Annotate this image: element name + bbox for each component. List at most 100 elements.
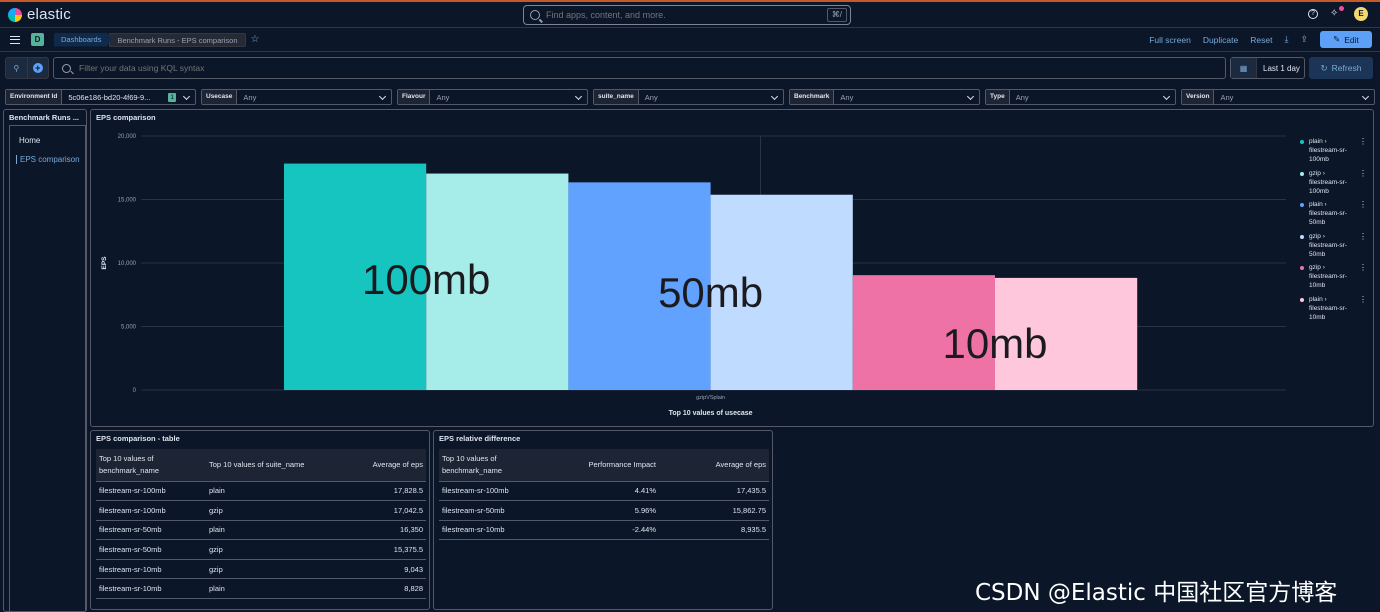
legend-menu-icon[interactable]: ⋮ xyxy=(1359,263,1367,272)
filter-menu-button[interactable]: ⚲ xyxy=(6,58,27,78)
refresh-icon: ↻ xyxy=(1320,62,1328,73)
legend-menu-icon[interactable]: ⋮ xyxy=(1359,137,1367,146)
help-icon[interactable]: ? xyxy=(1308,9,1318,19)
calendar-icon[interactable]: ▦ xyxy=(1231,58,1257,78)
full-screen-button[interactable]: Full screen xyxy=(1149,35,1191,45)
control-type[interactable]: Type Any xyxy=(985,89,1176,105)
time-range-label[interactable]: Last 1 day xyxy=(1263,64,1300,73)
control-label: Environment Id xyxy=(6,90,63,104)
elastic-logo[interactable]: elastic xyxy=(8,6,71,23)
control-environment-id[interactable]: Environment Id 5c06e186-bd20-4f69-9... 1 xyxy=(5,89,196,105)
column-header[interactable]: Top 10 values of benchmark_name xyxy=(96,449,206,482)
legend-color-dot xyxy=(1300,140,1304,144)
table-cell: filestream-sr-100mb xyxy=(96,500,206,521)
y-tick-label: 20,000 xyxy=(118,134,137,140)
column-header[interactable]: Average of eps xyxy=(316,449,426,482)
legend-color-dot xyxy=(1300,171,1304,176)
y-tick-label: 15,000 xyxy=(118,198,137,204)
kql-search[interactable] xyxy=(53,57,1226,79)
legend-item[interactable]: gzip › filestream-sr- 10mb ⋮ xyxy=(1299,263,1367,295)
control-value: Any xyxy=(1015,92,1029,102)
global-search[interactable]: ⌘/ xyxy=(523,5,851,25)
y-axis-label: EPS xyxy=(101,256,108,270)
breadcrumb-dashboards[interactable]: Dashboards xyxy=(54,32,112,47)
kql-input[interactable] xyxy=(79,63,979,73)
y-tick-label: 10,000 xyxy=(118,261,137,267)
control-version[interactable]: Version Any xyxy=(1181,89,1375,105)
table-cell: 17,042.5 xyxy=(316,500,426,521)
control-value: 5c06e186-bd20-4f69-9... xyxy=(68,92,151,102)
breadcrumb-bar: D Dashboards Benchmark Runs - EPS compar… xyxy=(0,28,1380,52)
plus-icon: + xyxy=(32,63,43,73)
legend-line: plain › xyxy=(1309,201,1327,208)
space-badge[interactable]: D xyxy=(31,33,44,46)
control-suite-name[interactable]: suite_name Any xyxy=(593,89,784,105)
edit-button[interactable]: ✎ Edit xyxy=(1320,31,1372,48)
control-benchmark[interactable]: Benchmark Any xyxy=(789,89,980,105)
download-icon[interactable]: ⤓ xyxy=(1284,34,1288,45)
date-picker[interactable]: ▦ Last 1 day xyxy=(1230,57,1305,79)
table-cell: plain xyxy=(206,481,316,502)
legend-color-dot xyxy=(1300,203,1304,207)
reset-button[interactable]: Reset xyxy=(1250,35,1272,45)
favorite-star-icon[interactable]: ☆ xyxy=(251,34,260,45)
column-header[interactable]: Top 10 values of benchmark_name xyxy=(439,449,554,482)
nav-item-eps-comparison[interactable]: EPS comparison xyxy=(16,155,85,164)
global-search-input[interactable] xyxy=(546,10,826,20)
legend-line: gzip › xyxy=(1309,232,1325,240)
table-row: filestream-sr-50mb plain 16,350 xyxy=(96,520,426,541)
duplicate-button[interactable]: Duplicate xyxy=(1203,35,1238,45)
table-cell: filestream-sr-50mb xyxy=(96,539,206,560)
table-row: filestream-sr-10mb plain 8,828 xyxy=(96,578,426,600)
legend-line: 50mb xyxy=(1309,219,1326,226)
search-icon xyxy=(530,10,540,20)
add-filter-button[interactable]: + xyxy=(26,58,49,78)
menu-icon[interactable] xyxy=(10,35,20,44)
control-flavour[interactable]: Flavour Any xyxy=(397,89,588,105)
dashboard-actions: Full screen Duplicate Reset ⤓ ⇪ ✎ Edit xyxy=(1149,31,1372,48)
column-header[interactable]: Performance Impact xyxy=(554,449,659,482)
legend-menu-icon[interactable]: ⋮ xyxy=(1359,232,1367,241)
chevron-down-icon xyxy=(574,92,583,100)
legend-line: filestream-sr- xyxy=(1309,241,1347,249)
news-icon[interactable]: ✧ xyxy=(1330,6,1344,20)
control-label: suite_name xyxy=(594,90,639,104)
legend-color-dot xyxy=(1300,297,1304,302)
control-label: Version xyxy=(1182,90,1215,104)
share-icon[interactable]: ⇪ xyxy=(1300,34,1308,45)
refresh-button[interactable]: ↻ Refresh xyxy=(1309,57,1373,79)
legend-item[interactable]: gzip › filestream-sr- 50mb ⋮ xyxy=(1299,232,1367,264)
column-header[interactable]: Average of eps xyxy=(659,449,769,482)
chevron-down-icon xyxy=(378,92,387,100)
table-cell: gzip xyxy=(206,559,316,580)
annotation-10mb: 10mb xyxy=(942,320,1047,367)
table-row: filestream-sr-100mb gzip 17,042.5 xyxy=(96,500,426,521)
column-header[interactable]: Top 10 values of suite_name xyxy=(206,449,316,482)
legend-item[interactable]: plain › filestream-sr- 100mb ⋮ xyxy=(1299,137,1367,169)
legend-item[interactable]: plain › filestream-sr- 10mb ⋮ xyxy=(1299,295,1367,327)
user-avatar[interactable]: E xyxy=(1354,7,1368,21)
legend-item[interactable]: gzip › filestream-sr- 100mb ⋮ xyxy=(1299,169,1367,201)
selection-count-badge: 1 xyxy=(168,92,176,102)
chevron-down-icon xyxy=(1162,92,1171,100)
control-usecase[interactable]: Usecase Any xyxy=(201,89,392,105)
control-label: Type xyxy=(986,90,1010,104)
legend-menu-icon[interactable]: ⋮ xyxy=(1359,200,1367,209)
table-cell: filestream-sr-10mb xyxy=(96,559,206,580)
chevron-down-icon xyxy=(1361,92,1370,100)
legend-menu-icon[interactable]: ⋮ xyxy=(1359,169,1367,178)
table-cell: 16,350 xyxy=(316,520,426,541)
legend-line: 100mb xyxy=(1309,156,1329,163)
legend-menu-icon[interactable]: ⋮ xyxy=(1359,295,1367,304)
legend-item[interactable]: plain › filestream-sr- 50mb ⋮ xyxy=(1299,200,1367,232)
eps-bar-chart: 0 5,000 10,000 15,000 20,000 100mb 50mb … xyxy=(101,134,1286,417)
legend-line: plain › xyxy=(1309,295,1327,303)
control-label: Flavour xyxy=(398,90,431,104)
legend-line: filestream-sr- xyxy=(1309,147,1347,154)
table-header-row: Top 10 values of benchmark_name Top 10 v… xyxy=(96,449,426,482)
legend-line: filestream-sr- xyxy=(1309,304,1347,312)
logo-text: elastic xyxy=(27,6,71,23)
table-cell: filestream-sr-100mb xyxy=(439,481,554,502)
nav-item-home[interactable]: Home xyxy=(10,136,85,145)
table-panel-title: EPS comparison - table xyxy=(96,434,180,443)
